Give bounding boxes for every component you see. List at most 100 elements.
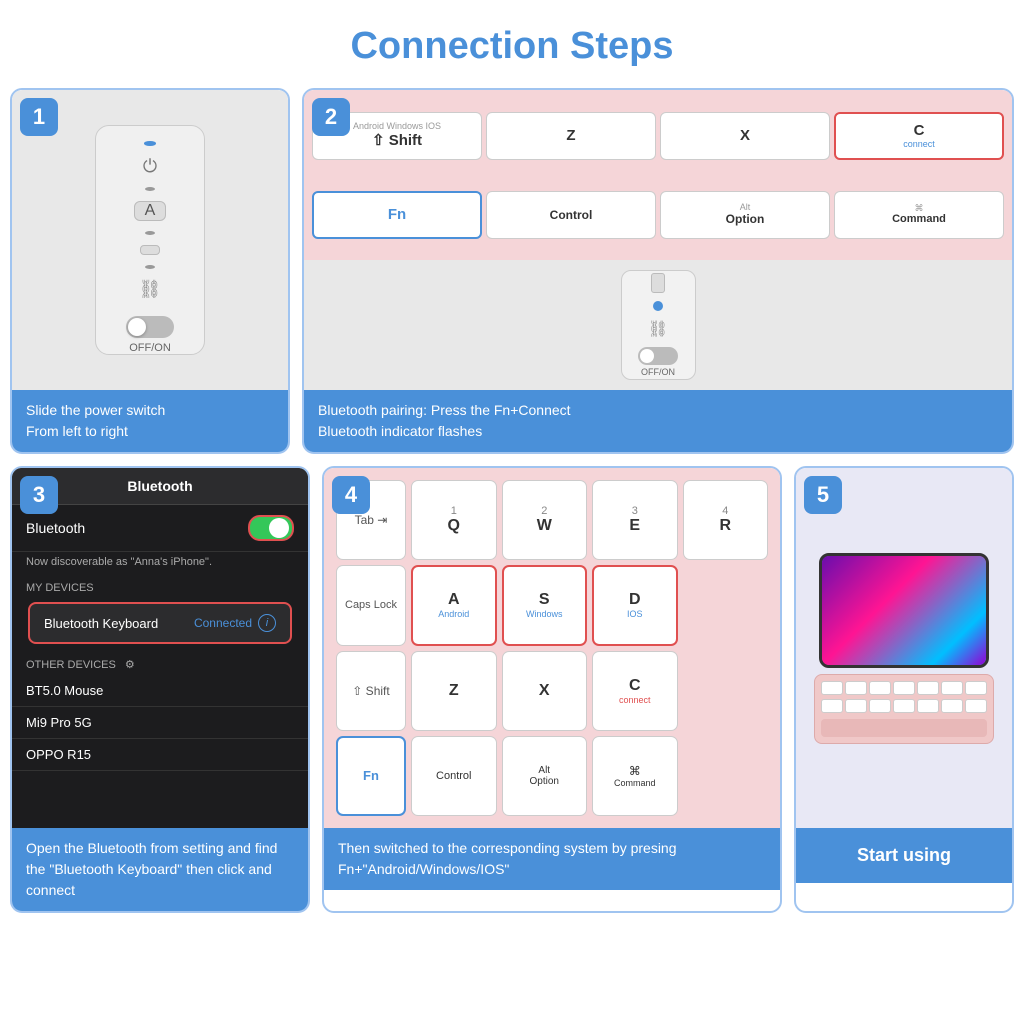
bt-connected-text: Connected — [194, 616, 252, 630]
mini-toggle-knob — [640, 349, 654, 363]
page-title: Connection Steps — [10, 10, 1014, 88]
step4-keyboard: Tab ⇥ 1Q 2W 3E 4R Caps Lock A Android S … — [324, 468, 780, 828]
mini-device-body: ⛓ OFF/ON — [621, 270, 696, 380]
key-fn: Fn — [312, 191, 482, 239]
key-command: ⌘ Command — [834, 191, 1004, 239]
bottom-steps-row: 3 Bluetooth Bluetooth Now discoverable a… — [10, 466, 1014, 913]
toggle-knob — [128, 318, 146, 336]
step3-card: 3 Bluetooth Bluetooth Now discoverable a… — [10, 466, 310, 913]
step2-illustration: Android Windows IOS ⇧ Shift Z X C connec… — [304, 90, 1012, 390]
kb-mini-key — [821, 699, 843, 713]
key4-command: ⌘ Command — [592, 736, 678, 816]
step5-illustration — [796, 468, 1012, 828]
key4-d-ios: D IOS — [592, 565, 678, 645]
step2-caption-text: Bluetooth pairing: Press the Fn+ConnectB… — [318, 402, 571, 439]
bt-device-entry: Bluetooth Keyboard Connected i — [12, 598, 308, 648]
toggle-label: OFF/ON — [126, 342, 174, 354]
step1-badge: 1 — [20, 98, 58, 136]
key4-empty-1 — [683, 565, 769, 645]
keyboard-image — [814, 674, 994, 744]
step3-bt-screen: Bluetooth Bluetooth Now discoverable as … — [12, 468, 308, 828]
key4-num1: 1Q — [411, 480, 497, 560]
bt-toggle-row: Bluetooth — [12, 505, 308, 552]
other-devices-header: OTHER DEVICES ⚙ — [12, 648, 308, 675]
loading-spinner: ⚙ — [125, 658, 135, 671]
step2-badge: 2 — [312, 98, 350, 136]
step2-card: 2 Android Windows IOS ⇧ Shift Z X C conn… — [302, 88, 1014, 454]
kb-mini-key — [917, 681, 939, 695]
kb-mini-key — [869, 681, 891, 695]
key4-z: Z — [411, 651, 497, 731]
bt-toggle-knob — [269, 518, 289, 538]
mini-toggle — [638, 347, 678, 365]
step2-device-illustration: ⛓ OFF/ON — [304, 260, 1012, 390]
key4-capslock: Caps Lock — [336, 565, 406, 645]
step5-caption-text: Start using — [857, 845, 951, 865]
power-icon: ⏻ — [143, 156, 157, 177]
bt-other-device-3[interactable]: OPPO R15 — [12, 739, 308, 771]
key-option: Alt Option — [660, 191, 830, 239]
key4-fn: Fn — [336, 736, 406, 816]
bt-keyboard-row[interactable]: Bluetooth Keyboard Connected i — [28, 602, 292, 644]
kb-mini-key — [941, 699, 963, 713]
key-c-connect: C connect — [834, 112, 1004, 160]
key4-alt-option: Alt Option — [502, 736, 588, 816]
key4-control: Control — [411, 736, 497, 816]
key-x: X — [660, 112, 830, 160]
toggle-slider — [126, 316, 174, 338]
step1-caption: Slide the power switchFrom left to right — [12, 390, 288, 452]
key4-empty-3 — [683, 736, 769, 816]
step3-caption: Open the Bluetooth from setting and find… — [12, 828, 308, 911]
tablet-screen — [822, 556, 986, 665]
power-switch: OFF/ON — [126, 316, 174, 354]
key4-c-connect: C connect — [592, 651, 678, 731]
key4-shift: ⇧ Shift — [336, 651, 406, 731]
key4-empty-2 — [683, 651, 769, 731]
mini-chain-icon: ⛓ — [648, 319, 668, 339]
bt-keyboard-name: Bluetooth Keyboard — [44, 616, 158, 631]
kb-mini-key — [845, 699, 867, 713]
letter-a-box: A — [134, 201, 166, 221]
step3-badge: 3 — [20, 476, 58, 514]
kb-mini-key — [845, 681, 867, 695]
step2-caption: Bluetooth pairing: Press the Fn+ConnectB… — [304, 390, 1012, 452]
my-devices-header: MY DEVICES — [12, 572, 308, 598]
kb-mini-key — [941, 681, 963, 695]
mini-blue-dot — [653, 301, 663, 311]
step3-caption-text: Open the Bluetooth from setting and find… — [26, 840, 277, 898]
bt-label: Bluetooth — [26, 520, 85, 536]
bt-toggle-on[interactable] — [248, 515, 294, 541]
top-steps-row: 1 ⏻ A ⛓ OFF/ON Slide the power sw — [10, 88, 1014, 454]
key4-s-windows: S Windows — [502, 565, 588, 645]
tablet-image — [819, 553, 989, 668]
step5-card: 5 — [794, 466, 1014, 913]
key4-num3: 3E — [592, 480, 678, 560]
kb-mini-key — [893, 681, 915, 695]
blue-indicator-dot — [144, 141, 156, 146]
device-small-icon — [140, 245, 160, 256]
key4-a-android: A Android — [411, 565, 497, 645]
tablet-keyboard-wrap — [814, 553, 994, 744]
bt-connected-wrap: Connected i — [194, 614, 276, 632]
mini-doc-icon — [651, 273, 665, 293]
step1-card: 1 ⏻ A ⛓ OFF/ON Slide the power sw — [10, 88, 290, 454]
step4-badge: 4 — [332, 476, 370, 514]
kb-mini-key — [869, 699, 891, 713]
bt-info-icon[interactable]: i — [258, 614, 276, 632]
bt-other-device-2[interactable]: Mi9 Pro 5G — [12, 707, 308, 739]
device-body: ⏻ A ⛓ OFF/ON — [95, 125, 205, 355]
kb-row-1 — [821, 681, 987, 695]
link-icon: ⛓ — [139, 279, 162, 300]
dot-indicator-3 — [145, 265, 155, 269]
step5-caption: Start using — [796, 828, 1012, 883]
kb-trackpad — [821, 719, 987, 737]
bt-other-device-1[interactable]: BT5.0 Mouse — [12, 675, 308, 707]
step2-keyboard-top: Android Windows IOS ⇧ Shift Z X C connec… — [304, 90, 1012, 260]
kb-mini-key — [965, 681, 987, 695]
kb-mini-key — [917, 699, 939, 713]
key-control: Control — [486, 191, 656, 239]
step4-caption: Then switched to the corresponding syste… — [324, 828, 780, 890]
mini-toggle-label: OFF/ON — [641, 367, 675, 377]
key4-x: X — [502, 651, 588, 731]
step5-badge: 5 — [804, 476, 842, 514]
